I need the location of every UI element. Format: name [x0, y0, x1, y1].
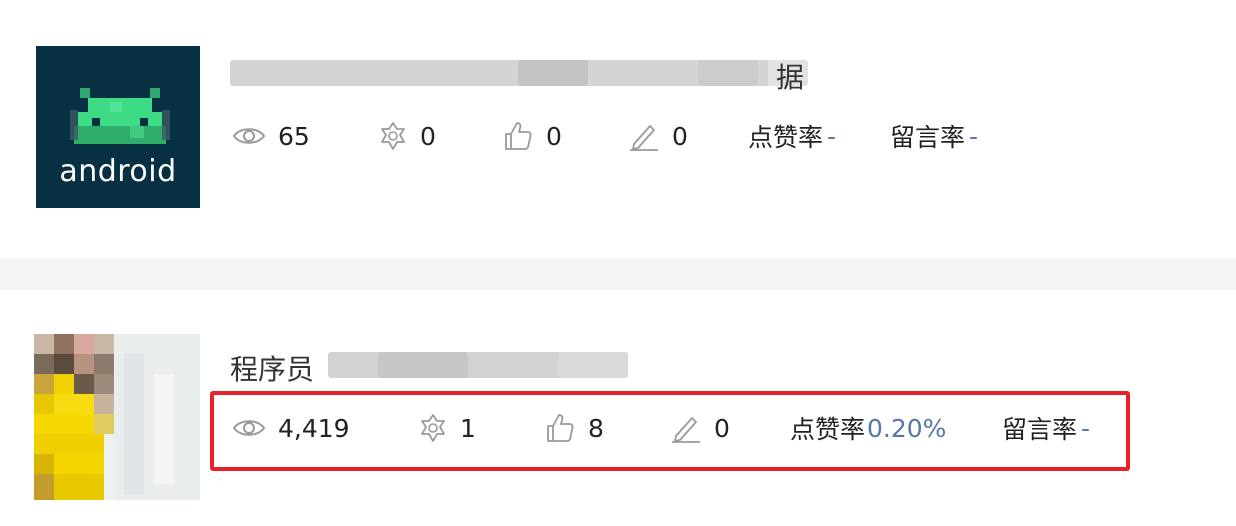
pen-icon: [672, 417, 700, 443]
like-rate-value: 0.20%: [867, 413, 947, 443]
article-title[interactable]: 程序员: [228, 344, 648, 384]
like-rate-value: -: [827, 121, 837, 151]
star-icon: [381, 122, 405, 150]
article-title-text: 程序员: [230, 353, 315, 384]
favorites-stat: 1: [418, 406, 544, 450]
comments-count: 0: [672, 121, 688, 151]
comments-stat: 0: [628, 114, 748, 158]
likes-count: 8: [588, 413, 604, 443]
article-stats: 4,419 1 8 0 点赞率 0.20% 留言率 -: [232, 406, 1090, 450]
pen-icon: [630, 125, 658, 151]
eye-icon: [232, 128, 266, 144]
views-stat: 65: [232, 114, 378, 158]
favorites-count: 0: [420, 121, 436, 151]
comment-rate-label: 留言率: [890, 123, 966, 152]
like-rate: 点赞率 -: [748, 114, 890, 158]
favorites-stat: 0: [378, 114, 502, 158]
article-thumbnail[interactable]: android: [36, 46, 200, 208]
thumbnail-word: android: [59, 154, 177, 189]
comment-rate-value: -: [969, 121, 979, 151]
views-count: 4,419: [278, 413, 350, 443]
article-stats: 65 0 0 0 点赞率 - 留言率 -: [232, 114, 978, 158]
article-title[interactable]: 据: [228, 52, 828, 92]
comment-rate-label: 留言率: [1002, 415, 1078, 444]
eye-icon: [232, 420, 266, 436]
comment-rate-value: -: [1081, 413, 1091, 443]
like-rate-label: 点赞率: [748, 123, 824, 152]
like-rate: 点赞率 0.20%: [790, 406, 1002, 450]
comment-rate: 留言率 -: [1002, 406, 1090, 450]
photo-thumbnail-icon: [34, 334, 200, 500]
views-stat: 4,419: [232, 406, 418, 450]
likes-stat: 8: [544, 406, 670, 450]
article-card[interactable]: android 据 65 0 0 0 点赞率 - 留言率 -: [0, 0, 1236, 258]
star-icon: [421, 414, 445, 442]
article-thumbnail[interactable]: [34, 334, 200, 500]
comments-stat: 0: [670, 406, 790, 450]
article-title-text: 据: [776, 61, 805, 92]
favorites-count: 1: [460, 413, 476, 443]
like-rate-label: 点赞率: [790, 415, 866, 444]
thumbs-up-icon: [547, 414, 574, 442]
likes-count: 0: [546, 121, 562, 151]
article-list: android 据 65 0 0 0 点赞率 - 留言率 - 程序员 4,419…: [0, 0, 1236, 526]
likes-stat: 0: [502, 114, 628, 158]
comment-rate: 留言率 -: [890, 114, 978, 158]
comments-count: 0: [714, 413, 730, 443]
card-separator: [0, 258, 1236, 290]
thumbs-up-icon: [505, 122, 532, 150]
views-count: 65: [278, 121, 310, 151]
